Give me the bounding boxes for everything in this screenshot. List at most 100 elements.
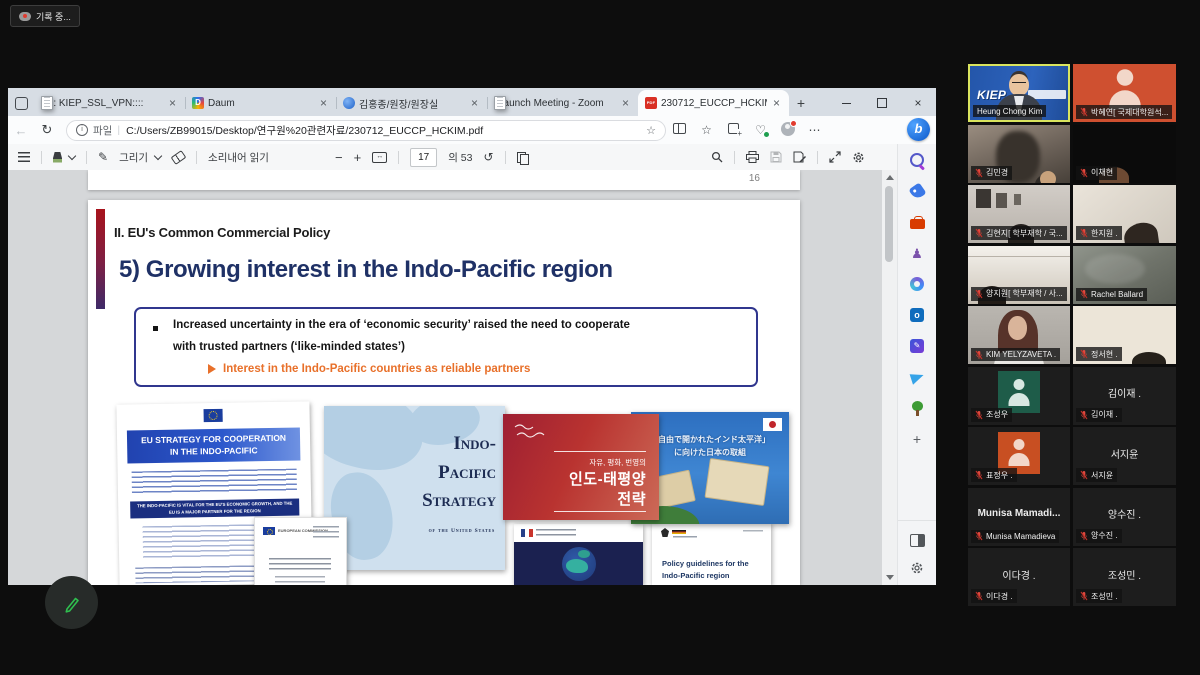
participant-name-label: KIM YELYZAVETA . — [971, 348, 1060, 361]
more-menu-icon[interactable]: ⋯ — [801, 123, 828, 137]
sidebar-games-icon[interactable]: ♟ — [908, 244, 926, 262]
participant-tile[interactable]: Munisa Mamadi... Munisa Mamadieva — [968, 488, 1070, 546]
table-of-contents-icon[interactable] — [18, 152, 30, 162]
sidebar-shopping-icon[interactable] — [908, 182, 926, 200]
fullscreen-expand-icon[interactable] — [829, 151, 841, 163]
us-cover-subtitle: of the United States — [429, 528, 495, 534]
vertical-scrollbar[interactable] — [882, 170, 897, 585]
tab-groupware[interactable]: 김홍종/원장/원장실 × — [336, 90, 487, 116]
sidebar-tree-icon[interactable] — [908, 399, 926, 417]
fit-to-width-icon[interactable]: ↔ — [372, 152, 387, 163]
read-aloud-button[interactable]: 소리내어 읽기 — [208, 150, 269, 165]
tab-daum[interactable]: D Daum × — [185, 90, 336, 116]
browser-essentials-icon[interactable]: ♡ — [747, 123, 774, 137]
recording-indicator: 기록 중... — [10, 5, 80, 27]
mic-muted-icon — [975, 470, 983, 480]
tab-zoom-meeting[interactable]: Launch Meeting - Zoom × — [487, 90, 638, 116]
participant-tile[interactable]: 김이재 . 김이재 . — [1073, 367, 1176, 425]
rotate-icon[interactable]: ↺ — [483, 150, 493, 164]
us-cover-title: Indo- Pacific Strategy — [422, 430, 496, 516]
participant-tile[interactable]: Rachel Ballard — [1073, 246, 1176, 304]
tab-pdf-active[interactable]: PDF 230712_EUCCP_HCKIM.pd × — [638, 90, 789, 116]
participant-name-label: 박혜연[ 국제대학원석... — [1076, 105, 1172, 119]
tab-title: Launch Meeting - Zoom — [498, 98, 616, 109]
sidebar-microsoft365-icon[interactable] — [908, 275, 926, 293]
search-document-icon[interactable] — [711, 151, 723, 163]
annotation-pencil-button[interactable] — [45, 576, 98, 629]
sidebar-settings-gear-icon[interactable] — [910, 561, 924, 575]
draw-pen-icon[interactable]: ✎ — [98, 150, 108, 164]
profile-avatar[interactable] — [774, 122, 801, 139]
window-maximize-button[interactable] — [864, 90, 900, 116]
tab-close-icon[interactable]: × — [318, 96, 329, 110]
participant-tile[interactable]: 조성민 . 조성민 . — [1073, 548, 1176, 606]
window-close-button[interactable]: × — [900, 90, 936, 116]
scroll-down-arrow[interactable] — [886, 575, 894, 580]
draw-dropdown-chevron[interactable] — [154, 151, 162, 159]
sidebar-outlook-icon[interactable]: o — [908, 306, 926, 324]
page-number-input[interactable]: 17 — [410, 148, 437, 167]
participant-tile[interactable]: 서지윤 서지윤 — [1073, 427, 1176, 485]
tab-close-icon[interactable]: × — [167, 96, 178, 110]
participant-name-label: 서지윤 — [1076, 468, 1117, 482]
previous-slide-page-number: 16 — [749, 173, 760, 184]
window-minimize-button[interactable] — [828, 90, 864, 116]
tab-actions-button[interactable] — [8, 90, 34, 116]
edge-sidebar: ♟ o ✎ + — [897, 144, 936, 585]
collections-icon[interactable] — [720, 123, 747, 137]
save-as-icon[interactable] — [793, 151, 806, 163]
pdf-favicon: PDF — [645, 97, 657, 109]
highlighter-dropdown-chevron[interactable] — [68, 151, 76, 159]
pdf-viewer-canvas[interactable]: 16 II. EU's Common Commercial Policy 5) … — [8, 170, 882, 585]
highlighter-icon[interactable] — [53, 152, 62, 163]
participant-tile[interactable]: 이다경 . 이다경 . — [968, 548, 1070, 606]
sidebar-search-icon[interactable] — [908, 151, 926, 169]
url-text: C:/Users/ZB99015/Desktop/연구원%20관련자료/2307… — [126, 123, 640, 138]
participant-tile[interactable]: 표정우 . — [968, 427, 1070, 485]
zoom-in-icon[interactable]: + — [354, 150, 362, 165]
sidebar-designer-icon[interactable]: ✎ — [908, 337, 926, 355]
sidebar-tools-icon[interactable] — [908, 213, 926, 231]
new-tab-button[interactable]: + — [789, 91, 813, 115]
participant-tile[interactable]: 김현지[ 학부재학 / 국... — [968, 185, 1070, 243]
sidebar-add-icon[interactable]: + — [908, 430, 926, 448]
eraser-icon[interactable] — [171, 150, 187, 165]
pdf-settings-gear-icon[interactable] — [852, 151, 865, 164]
participant-name-label: 이채현 — [1076, 166, 1117, 180]
tab-kiep-vpn[interactable]: :::: KIEP_SSL_VPN:::: × — [34, 90, 185, 116]
refresh-icon[interactable]: ↻ — [34, 122, 60, 138]
participant-tile-active-speaker[interactable]: KIEP Heung Chong Kim — [968, 64, 1070, 122]
save-icon[interactable] — [770, 151, 782, 163]
participant-tile[interactable]: 이채현 — [1073, 125, 1176, 183]
scrollbar-thumb[interactable] — [885, 186, 893, 262]
bing-copilot-button[interactable]: b — [907, 118, 930, 141]
address-url-field[interactable]: i 파일 | C:/Users/ZB99015/Desktop/연구원%20관련… — [66, 120, 666, 141]
de-title-line1: Policy guidelines for the — [662, 558, 749, 570]
split-screen-icon[interactable] — [666, 123, 693, 137]
draw-label[interactable]: 그리기 — [119, 150, 148, 165]
scroll-up-arrow[interactable] — [886, 175, 894, 180]
favorite-star-icon[interactable]: ☆ — [646, 124, 656, 137]
participant-tile[interactable]: 정서현 . — [1073, 306, 1176, 364]
participant-tile[interactable]: 조성우 — [968, 367, 1070, 425]
france-flag-icon — [521, 529, 533, 537]
sidebar-drop-icon[interactable] — [908, 368, 926, 386]
print-icon[interactable] — [746, 151, 759, 163]
participant-tile[interactable]: KIM YELYZAVETA . — [968, 306, 1070, 364]
page-info-icon[interactable]: i — [76, 124, 88, 136]
zoom-out-icon[interactable]: − — [335, 150, 343, 165]
page-view-icon[interactable] — [517, 152, 528, 163]
participant-tile[interactable]: 김민경 — [968, 125, 1070, 183]
participant-tile[interactable]: 양수진 . 양수진 . — [1073, 488, 1176, 546]
tab-close-icon[interactable]: × — [620, 96, 631, 110]
participant-tile[interactable]: 한지원 . — [1073, 185, 1176, 243]
favorites-icon[interactable]: ☆ — [693, 123, 720, 137]
participant-tile[interactable]: 양지원[ 학부재학 / 사... — [968, 246, 1070, 304]
sidebar-panel-icon[interactable] — [908, 531, 926, 549]
mic-muted-icon — [1080, 168, 1088, 178]
tab-close-icon[interactable]: × — [469, 96, 480, 110]
participant-tile[interactable]: 박혜연[ 국제대학원석... — [1073, 64, 1176, 122]
japan-flag-icon — [763, 418, 782, 431]
back-icon[interactable]: ← — [8, 123, 34, 138]
tab-close-icon[interactable]: × — [771, 96, 782, 110]
